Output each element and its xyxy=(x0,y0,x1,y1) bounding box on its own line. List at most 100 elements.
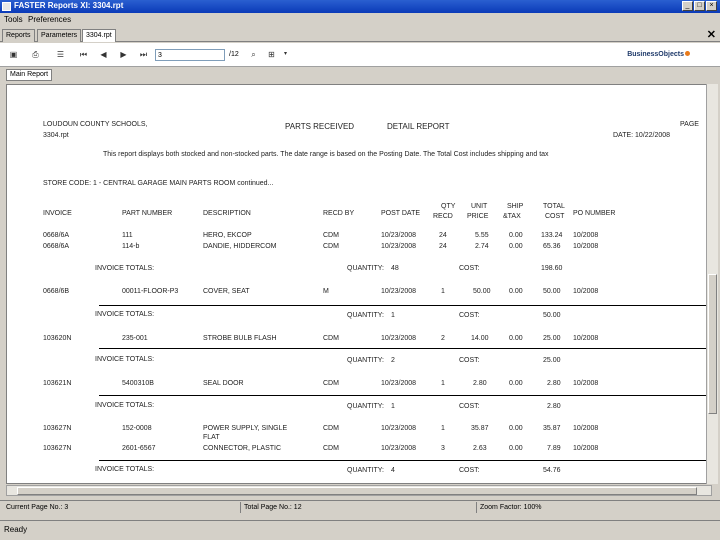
totals-label: INVOICE TOTALS: xyxy=(95,466,155,473)
menu-bar: Tools Preferences xyxy=(0,13,720,27)
row-po: 10/2008 xyxy=(573,425,599,432)
header-recd: RECD xyxy=(433,213,453,220)
previous-page-icon[interactable]: ◀ xyxy=(98,49,109,60)
group-tree-icon[interactable]: ☰ xyxy=(55,49,66,60)
report-tree-bar: Main Report xyxy=(0,67,720,83)
totals-qty-label: QUANTITY: xyxy=(347,312,384,319)
row-recd-by: CDM xyxy=(323,445,339,452)
row-unit: 2.74 xyxy=(475,243,489,250)
row-po: 10/2008 xyxy=(573,288,599,295)
row-total: 7.89 xyxy=(547,445,561,452)
row-unit: 2.63 xyxy=(473,445,487,452)
last-page-icon[interactable]: ⏭ xyxy=(138,49,149,60)
page-total: /12 xyxy=(229,51,239,58)
close-button[interactable]: × xyxy=(706,1,717,11)
tab-parameters[interactable]: Parameters xyxy=(37,29,82,42)
header-tax: &TAX xyxy=(503,213,521,220)
row-qty: 3 xyxy=(441,445,445,452)
row-qty: 1 xyxy=(441,425,445,432)
row-recd-by: CDM xyxy=(323,335,339,342)
row-total: 65.36 xyxy=(543,243,561,250)
minimize-button[interactable]: _ xyxy=(682,1,693,11)
chevron-down-icon[interactable]: ▾ xyxy=(280,49,291,60)
tab-report-file[interactable]: 3304.rpt xyxy=(82,29,116,42)
row-qty: 1 xyxy=(441,288,445,295)
divider xyxy=(99,348,709,349)
page-info-bar: Current Page No.: 3 Total Page No.: 12 Z… xyxy=(0,500,720,514)
row-invoice: 103627N xyxy=(43,445,72,452)
first-page-icon[interactable]: ⏮ xyxy=(78,49,89,60)
row-part: 111 xyxy=(122,232,133,239)
totals-cost: 198.60 xyxy=(541,265,563,272)
row-unit: 5.55 xyxy=(475,232,489,239)
row-invoice: 0668/6A xyxy=(43,232,70,239)
row-ship: 0.00 xyxy=(509,232,523,239)
status-text: Ready xyxy=(4,525,28,534)
header-invoice: INVOICE xyxy=(43,210,72,217)
print-icon[interactable]: ⎙ xyxy=(30,49,41,60)
menu-preferences[interactable]: Preferences xyxy=(28,15,71,24)
row-total: 2.80 xyxy=(547,380,561,387)
row-ship: 0.00 xyxy=(509,380,523,387)
tab-row: Reports Parameters 3304.rpt xyxy=(0,27,720,42)
row-ship: 0.00 xyxy=(509,425,523,432)
totals-cost-label: COST: xyxy=(459,265,480,272)
row-desc: DANDIE, HIDDERCOM xyxy=(203,243,277,250)
export-icon[interactable]: ▣ xyxy=(8,49,19,60)
row-recd-by: CDM xyxy=(323,232,339,239)
row-invoice: 103620N xyxy=(43,335,72,342)
row-date: 10/23/2008 xyxy=(381,445,417,452)
next-page-icon[interactable]: ▶ xyxy=(118,49,129,60)
row-total: 25.00 xyxy=(543,335,561,342)
total-page-info: Total Page No.: 12 xyxy=(244,504,302,511)
row-po: 10/2008 xyxy=(573,243,599,250)
row-invoice: 103627N xyxy=(43,425,72,432)
horizontal-scroll-thumb[interactable] xyxy=(17,487,697,495)
tab-reports[interactable]: Reports xyxy=(2,29,35,42)
vertical-scrollbar[interactable] xyxy=(706,84,718,484)
totals-cost-label: COST: xyxy=(459,357,480,364)
search-icon[interactable]: ⌕ xyxy=(248,49,259,60)
maximize-button[interactable]: □ xyxy=(694,1,705,11)
report-viewer[interactable]: LOUDOUN COUNTY SCHOOLS, 3304.rpt PARTS R… xyxy=(6,84,712,484)
totals-qty: 4 xyxy=(391,467,395,474)
totals-cost: 2.80 xyxy=(547,403,561,410)
divider xyxy=(240,502,241,513)
row-desc: POWER SUPPLY, SINGLE xyxy=(203,425,288,432)
row-recd-by: CDM xyxy=(323,425,339,432)
page-number-input[interactable] xyxy=(155,49,225,61)
row-invoice: 0668/6B xyxy=(43,288,70,295)
row-desc: COVER, SEAT xyxy=(203,288,250,295)
store-line: STORE CODE: 1 - CENTRAL GARAGE MAIN PART… xyxy=(43,180,274,187)
row-unit: 50.00 xyxy=(473,288,491,295)
row-date: 10/23/2008 xyxy=(381,425,417,432)
main-report-tab[interactable]: Main Report xyxy=(6,69,53,81)
row-desc: CONNECTOR, PLASTIC xyxy=(203,445,282,452)
row-qty: 24 xyxy=(439,232,447,239)
zoom-icon[interactable]: ⊞ xyxy=(266,49,277,60)
header-unit: UNIT xyxy=(471,203,488,210)
row-recd-by: M xyxy=(323,288,329,295)
row-part: 2601-6567 xyxy=(122,445,156,452)
close-tab-icon[interactable]: ✕ xyxy=(707,28,716,41)
row-date: 10/23/2008 xyxy=(381,335,417,342)
menu-tools[interactable]: Tools xyxy=(4,15,23,24)
totals-qty-label: QUANTITY: xyxy=(347,403,384,410)
header-po-number: PO NUMBER xyxy=(573,210,616,217)
row-date: 10/23/2008 xyxy=(381,232,417,239)
totals-label: INVOICE TOTALS: xyxy=(95,356,155,363)
row-invoice: 103621N xyxy=(43,380,72,387)
row-part: 00011-FLOOR-P3 xyxy=(122,288,179,295)
totals-cost: 50.00 xyxy=(543,312,561,319)
vertical-scroll-thumb[interactable] xyxy=(708,274,717,414)
report-description: This report displays both stocked and no… xyxy=(103,151,549,158)
zoom-factor-info: Zoom Factor: 100% xyxy=(480,504,542,511)
row-ship: 0.00 xyxy=(509,288,523,295)
report-toolbar: ▣ ⎙ ☰ ⏮ ◀ ▶ ⏭ /12 ⌕ ⊞ ▾ BusinessObjects xyxy=(0,43,720,67)
horizontal-scrollbar[interactable] xyxy=(6,485,712,496)
row-ship: 0.00 xyxy=(509,445,523,452)
totals-cost-label: COST: xyxy=(459,403,480,410)
row-date: 10/23/2008 xyxy=(381,288,417,295)
totals-cost: 54.76 xyxy=(543,467,561,474)
row-desc-continued: FLAT xyxy=(203,434,220,441)
